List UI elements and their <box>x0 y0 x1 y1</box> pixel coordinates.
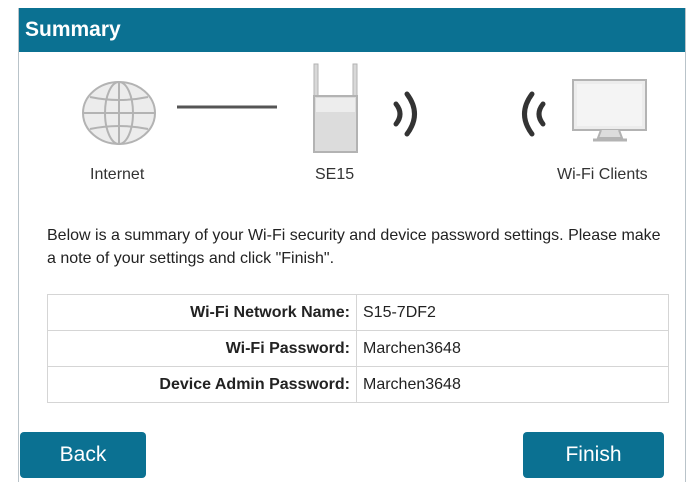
wifi-password-label: Wi-Fi Password: <box>47 330 357 367</box>
connection-line <box>177 105 277 109</box>
network-name-value: S15-7DF2 <box>356 294 669 331</box>
summary-description: Below is a summary of your Wi-Fi securit… <box>47 227 661 267</box>
admin-password-label: Device Admin Password: <box>47 366 357 403</box>
globe-icon <box>82 81 156 145</box>
signal-in-icon <box>522 91 546 137</box>
summary-panel: Summary Internet SE15 Wi-Fi Clients Belo… <box>18 8 686 482</box>
settings-table: Wi-Fi Network Name: S15-7DF2 Wi-Fi Passw… <box>47 294 669 403</box>
back-button[interactable]: Back <box>20 432 146 478</box>
internet-label: Internet <box>90 166 145 183</box>
network-name-label: Wi-Fi Network Name: <box>47 294 357 331</box>
finish-button[interactable]: Finish <box>523 432 664 478</box>
table-row: Device Admin Password: Marchen3648 <box>47 366 669 403</box>
table-row: Wi-Fi Password: Marchen3648 <box>47 330 669 367</box>
extender-icon <box>313 63 358 153</box>
admin-password-value: Marchen3648 <box>356 366 669 403</box>
page-title: Summary <box>25 18 121 41</box>
table-row: Wi-Fi Network Name: S15-7DF2 <box>47 294 669 331</box>
wifi-password-value: Marchen3648 <box>356 330 669 367</box>
summary-header: Summary <box>19 8 685 52</box>
monitor-icon <box>572 79 647 142</box>
signal-out-icon <box>393 91 417 137</box>
clients-label: Wi-Fi Clients <box>557 166 648 183</box>
device-label: SE15 <box>315 166 355 183</box>
